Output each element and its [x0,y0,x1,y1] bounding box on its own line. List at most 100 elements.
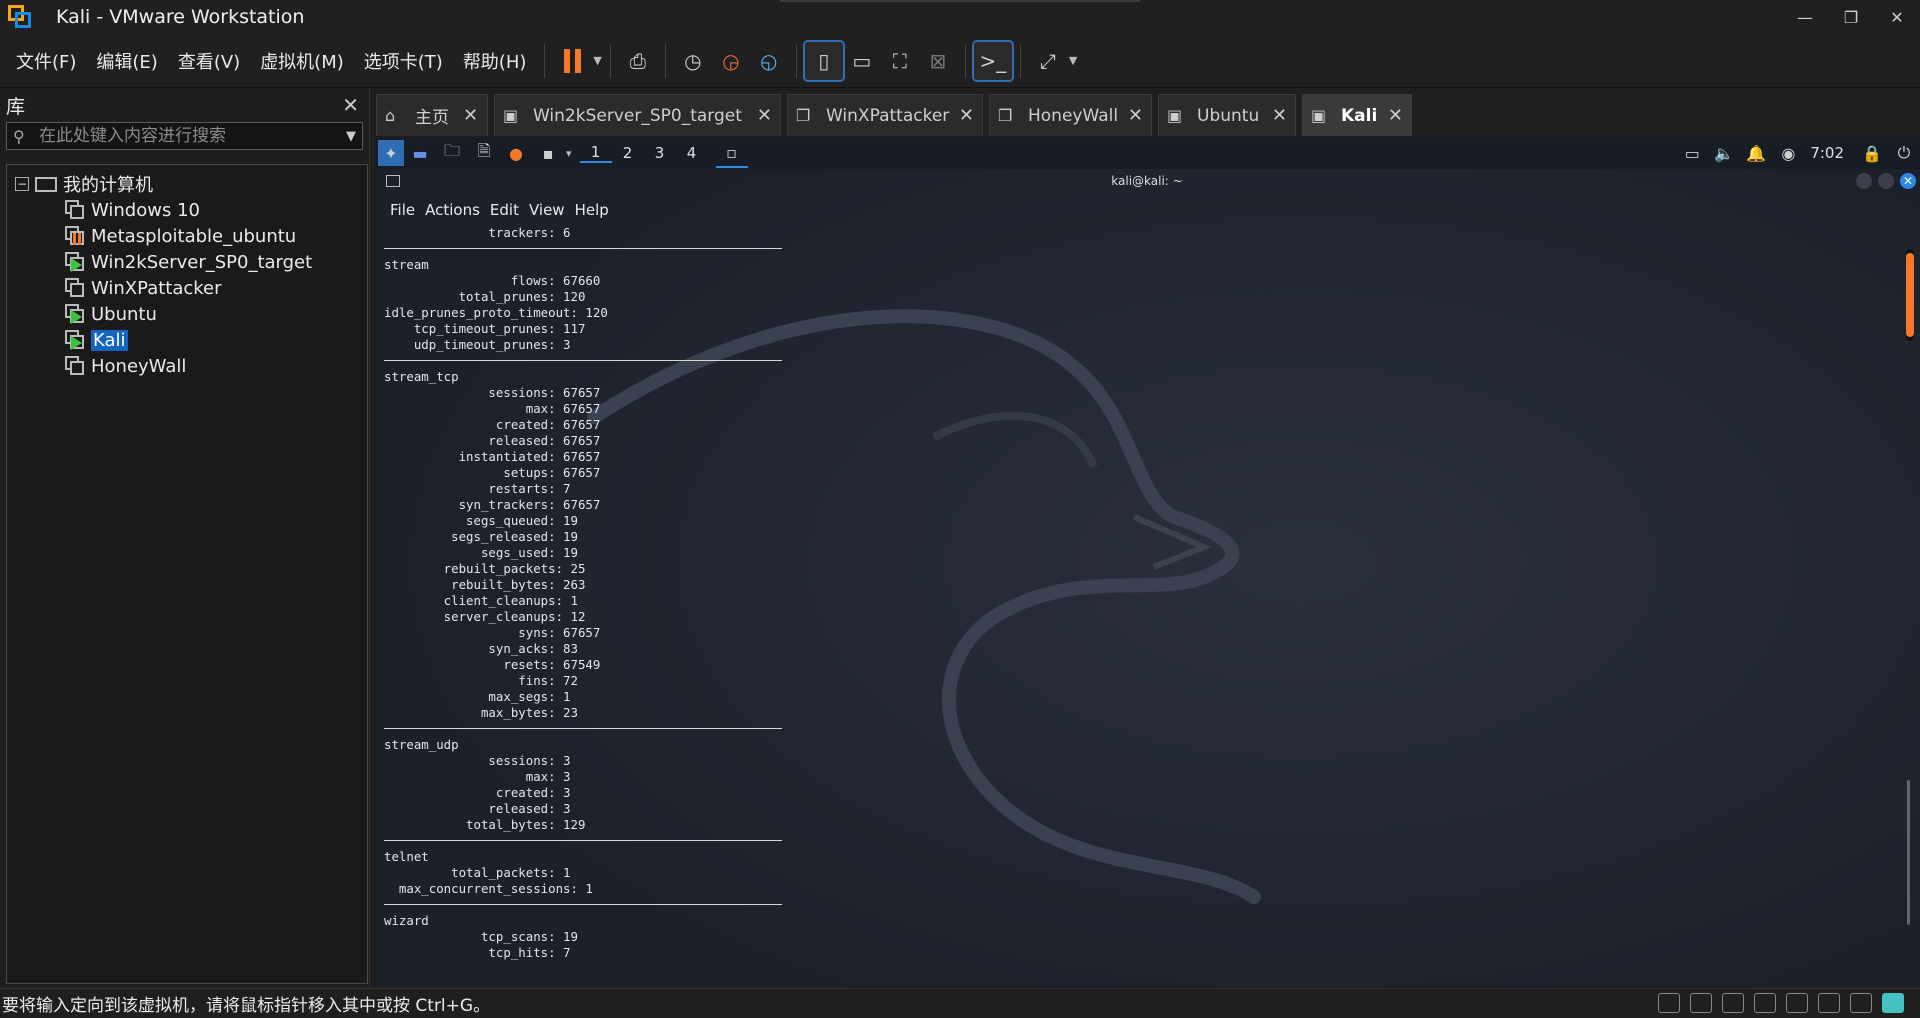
hdd-status-icon[interactable] [1658,993,1680,1013]
pause-dropdown-icon[interactable]: ▼ [593,54,601,67]
terminal-menu-help[interactable]: Help [575,201,619,223]
pause-button[interactable] [553,42,591,80]
library-close-icon[interactable]: ✕ [342,93,359,117]
stretch-dropdown-icon[interactable]: ▼ [1069,54,1077,67]
restore-button[interactable]: ❐ [1828,0,1874,34]
tab-honeywall[interactable]: ❐ HoneyWall ✕ [989,94,1152,136]
send-keys-button[interactable]: ⎙ [619,42,657,80]
collapse-icon[interactable]: − [15,177,29,191]
fullscreen-button[interactable]: ⛶ [881,42,919,80]
vm-console[interactable]: ✦ ▬ 🗀 🗎 ● ▪ ▾ 1 2 3 4 ▫ ▭ 🔈 🔔 ◉ 7:02 🔒 ⏻… [374,137,1920,987]
workspace-1[interactable]: 1 [579,143,612,163]
tab-win2kserver[interactable]: ▣ Win2kServer_SP0_target ✕ [494,94,781,136]
search-dropdown-icon[interactable]: ▼ [346,129,356,144]
tree-item-winxpattacker[interactable]: WinXPattacker [7,275,367,301]
text-editor-icon[interactable]: 🗎 [468,138,500,168]
stat-line: segs_queued: 19 [384,513,578,528]
console-view-button[interactable]: >_ [971,39,1014,82]
stat-line: rebuilt_bytes: 263 [384,577,586,592]
tree-item-honeywall[interactable]: HoneyWall [7,353,367,379]
tree-item-win2kserver[interactable]: Win2kServer_SP0_target [7,249,367,275]
close-window-button[interactable]: ✕ [1874,0,1920,34]
show-desktop-icon[interactable]: ▬ [404,138,436,168]
taskbar-terminal-icon[interactable]: ▫ [715,138,748,168]
workspace-2[interactable]: 2 [612,144,644,162]
workspace-4[interactable]: 4 [676,144,708,162]
scrollbar-thumb[interactable] [1906,253,1914,337]
unity-button[interactable]: ⊠ [919,42,957,80]
terminal-menu-edit[interactable]: Edit [490,201,529,223]
tree-item-ubuntu[interactable]: Ubuntu [7,301,367,327]
menu-file[interactable]: 文件(F) [6,34,86,88]
display-icon[interactable]: ▭ [1676,138,1708,168]
notification-bell-icon[interactable]: 🔔 [1740,138,1772,168]
tree-item-windows10[interactable]: Windows 10 [7,197,367,223]
library-panel: 库 ✕ ⚲ ▼ − 我的计算机 Windows 10 Metasploitabl… [0,88,370,988]
section-header: stream_tcp [384,369,459,384]
menu-help[interactable]: 帮助(H) [453,34,537,88]
toolbar-separator [609,43,611,78]
sound-status-icon[interactable] [1818,993,1840,1013]
tab-home[interactable]: ⌂ 主页 ✕ [376,94,488,136]
terminal-titlebar: kali@kali: ~ ✕ [374,169,1920,193]
revert-snapshot-button[interactable]: ◶ [712,42,750,80]
tab-close-icon[interactable]: ✕ [757,105,772,126]
stat-line: released: 67657 [384,433,601,448]
terminal-menu-file[interactable]: File [374,201,425,223]
terminal-maximize-button[interactable] [1878,173,1894,189]
tree-item-metasploitable[interactable]: Metasploitable_ubuntu [7,223,367,249]
terminal-minimize-button[interactable] [1856,173,1872,189]
network-icon[interactable]: ◉ [1772,138,1804,168]
tab-winxpattacker[interactable]: ❐ WinXPattacker ✕ [787,94,983,136]
network-status-icon[interactable] [1722,993,1744,1013]
terminal-output[interactable]: trackers: 6 stream flows: 67660 total_pru… [384,225,782,961]
library-search-input[interactable] [39,126,346,146]
message-status-icon[interactable] [1882,993,1904,1013]
stretch-button[interactable]: ⤢ [1029,42,1067,80]
tab-kali[interactable]: ▣ Kali ✕ [1302,94,1412,136]
kali-menu-icon[interactable]: ✦ [378,140,404,166]
terminal-launcher-icon[interactable]: ▪ [532,138,564,168]
firefox-icon[interactable]: ● [500,138,532,168]
volume-icon[interactable]: 🔈 [1708,138,1740,168]
tree-root-my-computer[interactable]: − 我的计算机 [7,171,367,197]
power-icon[interactable]: ⏻ [1888,138,1920,168]
stat-line: tcp_hits: 7 [384,945,571,960]
tab-close-icon[interactable]: ✕ [463,105,478,126]
menu-tabs[interactable]: 选项卡(T) [354,34,453,88]
launcher-dropdown-icon[interactable]: ▾ [566,147,572,160]
tab-ubuntu[interactable]: ▣ Ubuntu ✕ [1158,94,1296,136]
tab-close-icon[interactable]: ✕ [959,105,974,126]
stat-line: tcp_timeout_prunes: 117 [384,321,586,336]
terminal-scrollbar[interactable] [1906,249,1914,341]
menu-view[interactable]: 查看(V) [168,34,250,88]
printer-icon: ⎙ [629,48,646,73]
tree-item-kali[interactable]: Kali [7,327,367,353]
tab-close-icon[interactable]: ✕ [1272,105,1287,126]
tab-label: Kali [1341,105,1378,126]
lock-icon[interactable]: 🔒 [1856,138,1888,168]
snapshot-manager-button[interactable]: ◵ [750,42,788,80]
file-manager-icon[interactable]: 🗀 [436,138,468,168]
terminal-menu-view[interactable]: View [529,201,575,223]
menu-vm[interactable]: 虚拟机(M) [250,34,354,88]
panel-clock[interactable]: 7:02 [1810,144,1844,162]
workspace-3[interactable]: 3 [644,144,676,162]
terminal-close-button[interactable]: ✕ [1900,173,1916,189]
printer-status-icon[interactable] [1786,993,1808,1013]
stat-line: setups: 67657 [384,465,601,480]
show-library-button[interactable]: ▯ [802,39,845,82]
tab-close-icon[interactable]: ✕ [1388,105,1403,126]
terminal-title: kali@kali: ~ [1111,174,1183,188]
display-status-icon[interactable] [1850,993,1872,1013]
minimize-button[interactable]: — [1782,0,1828,34]
tab-close-icon[interactable]: ✕ [1128,105,1143,126]
terminal-menu-actions[interactable]: Actions [425,201,490,223]
status-bar: 要将输入定向到该虚拟机，请将鼠标指针移入其中或按 Ctrl+G。 [0,988,1920,1018]
cd-status-icon[interactable] [1690,993,1712,1013]
thumbnail-bar-button[interactable]: ▭ [843,42,881,80]
snapshot-button[interactable]: ◷ [674,42,712,80]
usb-status-icon[interactable] [1754,993,1776,1013]
menu-edit[interactable]: 编辑(E) [86,34,167,88]
terminal-scroll-indicator [1907,780,1910,925]
